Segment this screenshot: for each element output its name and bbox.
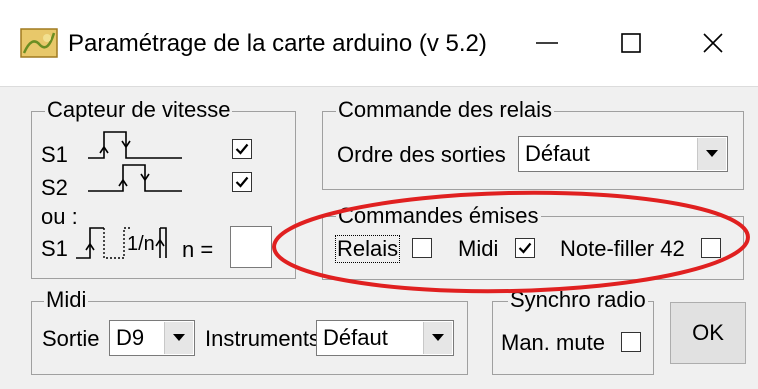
or-label: ou :: [41, 204, 78, 229]
s2-checkbox[interactable]: [232, 172, 252, 192]
minimize-button[interactable]: [512, 14, 582, 72]
window-title: Paramétrage de la carte arduino (v 5.2): [68, 30, 487, 57]
output-order-label: Ordre des sorties: [337, 142, 506, 167]
synchro-radio-legend: Synchro radio: [508, 287, 648, 312]
dropdown-arrow[interactable]: [164, 322, 193, 354]
output-order-value: Défaut: [525, 141, 590, 166]
ok-button[interactable]: OK: [670, 302, 746, 364]
checkmark-icon: [235, 143, 249, 155]
close-icon: [703, 33, 723, 53]
midi-command-label: Midi: [458, 236, 499, 261]
emitted-commands-legend: Commandes émises: [336, 203, 541, 228]
maximize-button[interactable]: [596, 14, 666, 72]
n-input[interactable]: [230, 226, 272, 268]
s2-label: S2: [41, 175, 68, 200]
dropdown-arrow[interactable]: [423, 322, 452, 354]
relais-checkbox[interactable]: [412, 238, 432, 258]
one-over-n-label: 1/n: [127, 233, 155, 255]
dropdown-arrow[interactable]: [697, 138, 726, 170]
output-order-select[interactable]: Défaut: [518, 136, 728, 172]
relay-command-legend: Commande des relais: [336, 97, 554, 122]
s1-checkbox[interactable]: [232, 139, 252, 159]
checkmark-icon: [235, 176, 249, 188]
n-label: n =: [182, 237, 214, 262]
s1-alt-label: S1: [41, 236, 68, 261]
midi-legend: Midi: [44, 287, 89, 312]
man-mute-checkbox[interactable]: [621, 332, 641, 352]
app-icon: [20, 28, 58, 58]
chevron-down-icon: [706, 150, 718, 157]
minimize-icon: [536, 42, 558, 44]
chevron-down-icon: [432, 334, 444, 341]
instruments-value: Défaut: [323, 325, 388, 350]
chevron-down-icon: [173, 334, 185, 341]
s1-label: S1: [41, 142, 68, 167]
note-filler-checkbox[interactable]: [701, 238, 721, 258]
midi-command-checkbox[interactable]: [515, 238, 535, 258]
midi-output-label: Sortie: [42, 326, 100, 351]
note-filler-label: Note-filler 42: [560, 236, 685, 261]
checkmark-icon: [518, 242, 532, 254]
s2-signal-icon: [88, 164, 182, 192]
close-button[interactable]: [678, 14, 748, 72]
title-bar: Paramétrage de la carte arduino (v 5.2): [0, 0, 758, 86]
instruments-label: Instruments: [205, 326, 320, 351]
man-mute-label: Man. mute: [501, 330, 605, 355]
midi-output-value: D9: [116, 325, 145, 350]
instruments-select[interactable]: Défaut: [316, 320, 454, 356]
relais-label: Relais: [334, 235, 401, 263]
maximize-icon: [621, 33, 641, 53]
divided-signal-icon: [76, 227, 167, 259]
speed-sensor-legend: Capteur de vitesse: [45, 97, 233, 122]
midi-output-select[interactable]: D9: [109, 320, 195, 356]
